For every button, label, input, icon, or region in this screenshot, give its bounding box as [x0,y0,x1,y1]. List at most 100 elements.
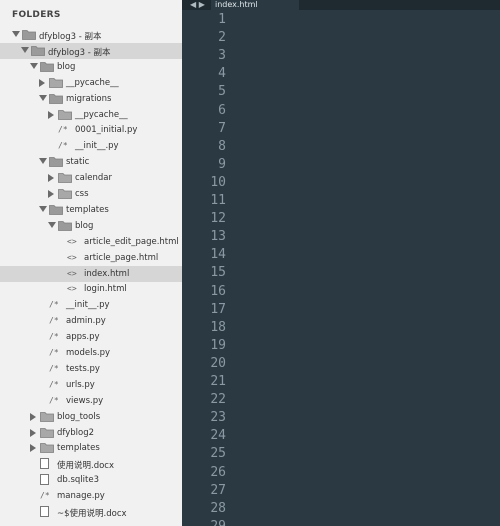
tree-row-label: login.html [84,284,127,295]
tree-row[interactable]: /* urls.py [0,377,182,393]
tree-row-label: admin.py [66,316,106,327]
line-number: 22 [210,392,226,408]
chevron-right-icon[interactable] [39,78,45,87]
tree-row-label: blog_tools [57,411,101,422]
tree-row[interactable]: ~$使用说明.docx [0,504,182,520]
line-number: 18 [210,319,226,335]
line-number: 13 [210,229,226,245]
document-icon [40,506,49,517]
folder-icon [49,77,63,88]
folder-icon [40,427,54,438]
line-number: 3 [218,48,226,64]
tree-row[interactable]: blog_tools [0,409,182,425]
tree-row-label: article_edit_page.html [84,236,179,247]
tree-row[interactable]: dfyblog3 - 副本 [0,27,182,43]
chevron-right-icon[interactable] [30,444,36,453]
line-number: 11 [210,193,226,208]
line-number: 5 [218,84,226,100]
chevron-down-icon[interactable] [12,31,20,37]
line-number: 2 [218,30,226,46]
tree-row[interactable]: templates [0,202,182,218]
folder-icon [22,29,36,40]
folder-icon [40,411,54,422]
chevron-down-icon[interactable] [39,94,47,101]
tree-row[interactable]: <> article_edit_page.html [0,234,182,250]
tab-nav-arrows-icon[interactable]: ◀ ▶ [190,0,205,10]
tree-row[interactable]: calendar [0,170,182,186]
tree-row[interactable]: /* views.py [0,393,182,409]
html-file-icon: <> [67,268,77,278]
line-number: 25 [210,446,226,462]
line-number: 19 [210,337,226,353]
line-number: 8 [218,138,226,154]
tree-row[interactable]: /* manage.py [0,488,182,504]
line-number: 28 [210,500,226,516]
python-file-icon: /* [49,300,59,310]
tree-row[interactable]: __pycache__ [0,75,182,91]
tree-row[interactable]: blog [0,59,182,75]
chevron-right-icon[interactable] [48,174,54,183]
line-number: 20 [210,355,226,371]
tree-row[interactable]: dfyblog3 - 副本 [0,42,182,59]
tree-row[interactable]: __pycache__ [0,107,182,123]
line-number: 29 [186,519,226,526]
tree-row[interactable]: <> login.html [0,281,182,297]
chevron-down-icon[interactable] [48,221,56,228]
chevron-down-icon[interactable] [39,158,47,165]
tree-row[interactable]: /* models.py [0,345,182,361]
chevron-right-icon[interactable] [48,110,54,119]
chevron-down-icon[interactable] [21,46,29,53]
line-number: 27 [210,482,226,498]
tree-row[interactable]: /* __init__.py [0,297,182,313]
folder-icon [40,61,54,72]
chevron-down-icon[interactable] [30,62,38,69]
document-icon [40,458,49,470]
tree-row-label: 使用说明.docx [57,461,115,472]
tree-row[interactable]: /* admin.py [0,313,182,329]
tree-row[interactable]: /* __init__.py [0,138,182,154]
html-file-icon: <> [67,252,77,262]
chevron-right-icon[interactable] [30,412,36,421]
tree-row-label: static [66,157,90,168]
tree-row[interactable]: <> article_page.html [0,250,182,266]
tree-row-label: blog [57,61,76,72]
chevron-down-icon[interactable] [39,205,47,212]
tree-row[interactable]: css [0,186,182,202]
tree-row[interactable]: db.sqlite3 [0,472,182,488]
html-file-icon: <> [67,284,77,294]
chevron-right-icon[interactable] [30,428,36,437]
tree-row[interactable]: static [0,154,182,170]
tree-row-label: calendar [75,173,112,184]
line-number: 23 [210,410,226,426]
tree-row-label: dfyblog3 - 副本 [48,47,111,58]
tab-index-html[interactable]: index.html [211,0,299,10]
tree-row[interactable]: /* tests.py [0,361,182,377]
python-file-icon: /* [49,332,59,342]
tree-row[interactable]: 使用说明.docx [0,456,182,472]
tree-row-label: __init__.py [75,141,119,152]
tree-row[interactable]: /* 0001_initial.py [0,122,182,138]
folder-icon [58,220,72,231]
tree-row-label: db.sqlite3 [57,475,100,486]
folder-icon [58,188,72,199]
line-number: 17 [210,301,226,317]
chevron-right-icon[interactable] [48,190,54,198]
tree-row[interactable]: <> index.html [0,265,182,282]
tree-row-label: dfyblog3 - 副本 [39,32,102,42]
line-number: 9 [218,156,226,172]
folders-title: FOLDERS [12,10,61,20]
python-file-icon: /* [49,395,59,405]
tree-row[interactable]: migrations [0,91,182,107]
line-number: 7 [218,120,226,136]
tree-row-label: 0001_initial.py [75,125,138,136]
tree-row-label: __init__.py [66,300,110,311]
tree-row[interactable]: templates [0,440,182,456]
tree-row[interactable]: /* apps.py [0,329,182,345]
folder-icon [49,204,63,215]
tree-row-label: index.html [84,268,130,279]
line-number: 6 [218,102,226,118]
tree-row[interactable]: dfyblog2 [0,425,182,441]
line-number: 10 [210,174,226,190]
folder-icon [58,109,72,120]
tree-row[interactable]: blog [0,218,182,234]
